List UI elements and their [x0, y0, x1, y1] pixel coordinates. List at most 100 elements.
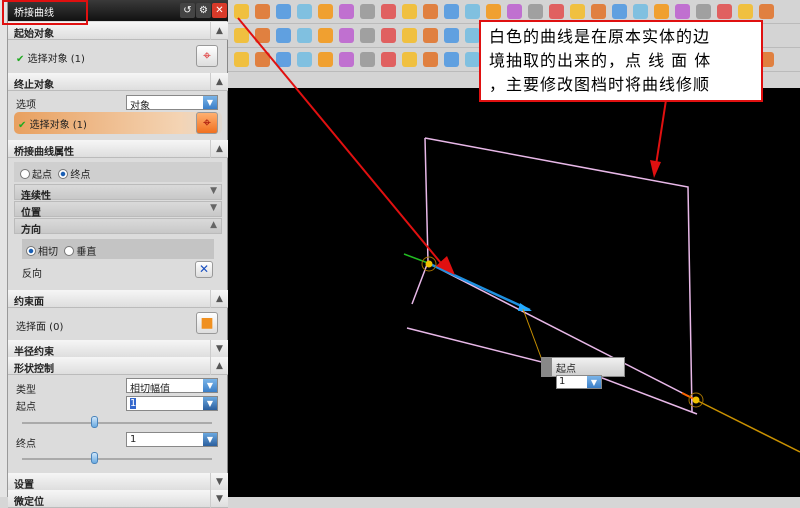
toolbar-tool-icon[interactable]: [297, 28, 312, 43]
toolbar-tool-icon[interactable]: [444, 4, 459, 19]
toolbar-tool-icon[interactable]: [675, 4, 690, 19]
chevron-down-icon[interactable]: ▼: [210, 340, 228, 358]
toolbar-tool-icon[interactable]: [654, 4, 669, 19]
close-icon[interactable]: ✕: [212, 3, 227, 18]
chevron-down-icon[interactable]: ▼: [210, 473, 228, 491]
toolbar-tool-icon[interactable]: [423, 4, 438, 19]
toolbar-tool-icon[interactable]: [402, 52, 417, 67]
select-face[interactable]: 选择面 (0): [16, 318, 63, 333]
end-slider-thumb[interactable]: [91, 452, 99, 464]
annotation-callout: 白色的曲线是在原本实体的边 境抽取的出来的，点 线 面 体 ，主要修改图档时将曲…: [479, 20, 763, 102]
type-select[interactable]: 相切幅值 ▼: [126, 378, 218, 395]
radio-end[interactable]: 终点: [58, 169, 90, 181]
option-select[interactable]: 对象 ▼: [126, 95, 218, 112]
toolbar-tool-icon[interactable]: [255, 52, 270, 67]
chevron-down-icon[interactable]: ▼: [210, 490, 228, 508]
toolbar-tool-icon[interactable]: [402, 4, 417, 19]
toolbar-tool-icon[interactable]: [465, 52, 480, 67]
reset-icon[interactable]: ↺: [180, 3, 195, 18]
subsection-continuity[interactable]: 连续性 ▼: [14, 184, 222, 202]
toolbar-tool-icon[interactable]: [423, 28, 438, 43]
toolbar-tool-icon[interactable]: [381, 28, 396, 43]
toolbar-tool-icon[interactable]: [381, 4, 396, 19]
toolbar-tool-icon[interactable]: [444, 28, 459, 43]
radio-normal[interactable]: 垂直: [64, 246, 96, 258]
toolbar-tool-icon[interactable]: [276, 28, 291, 43]
section-end-object[interactable]: 终止对象 ▲: [8, 73, 228, 91]
toolbar-tool-icon[interactable]: [738, 4, 753, 19]
label: 方向: [21, 225, 41, 236]
toolbar-tool-icon[interactable]: [339, 4, 354, 19]
cube-icon[interactable]: ■: [196, 312, 218, 334]
toolbar-tool-icon[interactable]: [276, 52, 291, 67]
toolbar-tool-icon[interactable]: [402, 28, 417, 43]
end-select-object[interactable]: ✔ 选择对象 (1): [14, 112, 222, 134]
toolbar-tool-icon[interactable]: [696, 4, 711, 19]
end-value-input[interactable]: 1 ▼: [126, 432, 218, 447]
toolbar-tool-icon[interactable]: [528, 4, 543, 19]
value-input[interactable]: 1 ▼: [556, 375, 602, 389]
onscreen-input-box[interactable]: 起点 1 ▼: [541, 357, 625, 389]
start-slider-thumb[interactable]: [91, 416, 99, 428]
reverse-direction-icon[interactable]: ✕: [195, 261, 213, 278]
toolbar-tool-icon[interactable]: [486, 4, 501, 19]
toolbar-tool-icon[interactable]: [549, 4, 564, 19]
section-fine-position[interactable]: 微定位 ▼: [8, 490, 228, 508]
dialog-title: 桥接曲线: [14, 8, 54, 19]
toolbar-tool-icon[interactable]: [360, 28, 375, 43]
toolbar-tool-icon[interactable]: [465, 28, 480, 43]
toolbar-tool-icon[interactable]: [234, 28, 249, 43]
toolbar-tool-icon[interactable]: [297, 4, 312, 19]
direction-radio-group: 相切 垂直: [22, 239, 214, 259]
radio-tangent[interactable]: 相切: [26, 246, 58, 258]
toolbar-tool-icon[interactable]: [255, 4, 270, 19]
toolbar-tool-icon[interactable]: [717, 4, 732, 19]
toolbar-tool-icon[interactable]: [633, 4, 648, 19]
toolbar-tool-icon[interactable]: [297, 52, 312, 67]
graphics-viewport[interactable]: [228, 88, 800, 497]
section-constraint-face[interactable]: 约束面 ▲: [8, 290, 228, 308]
toolbar-tool-icon[interactable]: [612, 4, 627, 19]
chevron-up-icon[interactable]: ▲: [210, 357, 228, 375]
end-slider-track[interactable]: [22, 458, 212, 460]
toolbar-tool-icon[interactable]: [234, 52, 249, 67]
subsection-position[interactable]: 位置 ▼: [14, 201, 222, 219]
start-select-object[interactable]: ✔ 选择对象 (1): [16, 50, 85, 65]
crosshair-icon[interactable]: ⌖: [196, 45, 218, 67]
radio-start[interactable]: 起点: [20, 169, 52, 181]
toolbar-tool-icon[interactable]: [381, 52, 396, 67]
toolbar-tool-icon[interactable]: [318, 4, 333, 19]
toolbar-tool-icon[interactable]: [255, 28, 270, 43]
toolbar-tool-icon[interactable]: [339, 52, 354, 67]
toolbar-tool-icon[interactable]: [234, 4, 249, 19]
chevron-up-icon[interactable]: ▲: [210, 73, 228, 91]
chevron-up-icon[interactable]: ▲: [210, 290, 228, 308]
section-start-object[interactable]: 起始对象 ▲: [8, 22, 228, 40]
section-radius-constraint[interactable]: 半径约束 ▼: [8, 340, 228, 358]
start-slider-track[interactable]: [22, 422, 212, 424]
toolbar-tool-icon[interactable]: [318, 52, 333, 67]
drag-handle[interactable]: [542, 358, 552, 376]
toolbar-tool-icon[interactable]: [360, 4, 375, 19]
crosshair-icon[interactable]: ⌖: [196, 112, 218, 134]
toolbar-tool-icon[interactable]: [360, 52, 375, 67]
start-value-input[interactable]: 1 ▼: [126, 396, 218, 411]
toolbar-tool-icon[interactable]: [444, 52, 459, 67]
toolbar-tool-icon[interactable]: [339, 28, 354, 43]
toolbar-tool-icon[interactable]: [423, 52, 438, 67]
toolbar-tool-icon[interactable]: [318, 28, 333, 43]
toolbar-tool-icon[interactable]: [591, 4, 606, 19]
toolbar-tool-icon[interactable]: [507, 4, 522, 19]
section-bridge-properties[interactable]: 桥接曲线属性 ▲: [8, 140, 228, 158]
subsection-direction[interactable]: 方向 ▲: [14, 218, 222, 236]
chevron-up-icon[interactable]: ▲: [210, 22, 228, 40]
chevron-up-icon[interactable]: ▲: [210, 140, 228, 158]
section-shape-control[interactable]: 形状控制 ▲: [8, 357, 228, 375]
section-settings[interactable]: 设置 ▼: [8, 473, 228, 491]
gear-icon[interactable]: ⚙: [196, 3, 211, 18]
toolbar-tool-icon[interactable]: [465, 4, 480, 19]
toolbar-tool-icon[interactable]: [759, 4, 774, 19]
toolbar-tool-icon[interactable]: [276, 4, 291, 19]
toolbar-tool-icon[interactable]: [570, 4, 585, 19]
dialog-titlebar[interactable]: 桥接曲线: [8, 0, 228, 21]
